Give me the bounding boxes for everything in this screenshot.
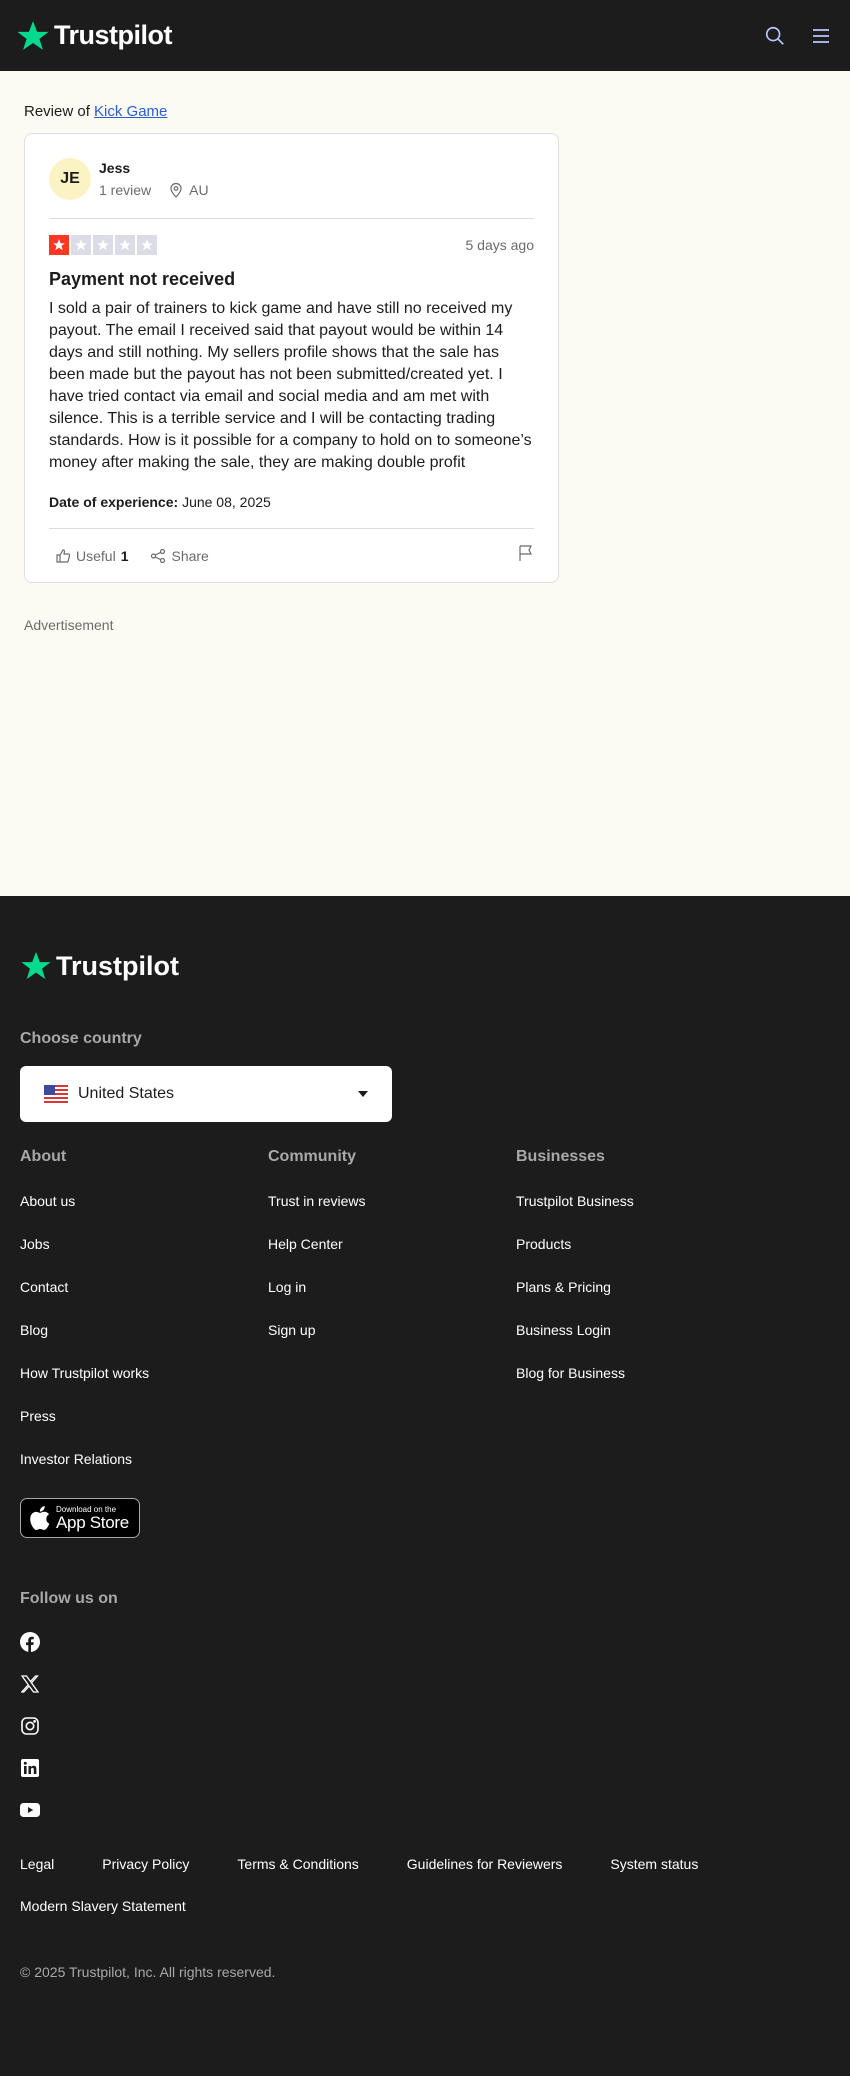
- legal-link[interactable]: Legal: [20, 1856, 54, 1872]
- footer-link[interactable]: Sign up: [268, 1322, 516, 1338]
- legal-link[interactable]: Terms & Conditions: [237, 1856, 358, 1872]
- avatar[interactable]: JE: [49, 158, 91, 200]
- legal-link[interactable]: Privacy Policy: [102, 1856, 189, 1872]
- review-count: 1 review: [99, 182, 152, 198]
- trustpilot-logo[interactable]: Trustpilot: [16, 19, 173, 53]
- reviewer-info: JE Jess 1 review AU: [49, 158, 534, 219]
- share-label: Share: [171, 547, 209, 564]
- search-icon[interactable]: [762, 23, 788, 49]
- site-header: Trustpilot: [0, 0, 850, 71]
- footer-link[interactable]: Help Center: [268, 1236, 516, 1252]
- linkedin-icon[interactable]: [20, 1758, 40, 1778]
- footer-column: About About us Jobs Contact Blog How Trustpil…: [20, 1148, 268, 1494]
- footer-link[interactable]: Trustpilot Business: [516, 1193, 764, 1209]
- reviewer-location: AU: [169, 182, 209, 198]
- apple-icon: [30, 1506, 50, 1530]
- star-icon: [17, 20, 49, 50]
- footer-column-title: Businesses: [516, 1148, 605, 1165]
- advertisement-label: Advertisement: [24, 617, 114, 633]
- star-icon: [137, 235, 157, 255]
- star-icon: [71, 235, 91, 255]
- social-links: [20, 1632, 830, 1820]
- legal-link[interactable]: Guidelines for Reviewers: [407, 1856, 563, 1872]
- useful-count: 1: [120, 547, 129, 564]
- useful-button[interactable]: Useful 1: [55, 548, 128, 564]
- star-icon: [115, 235, 135, 255]
- footer-link[interactable]: Products: [516, 1236, 764, 1252]
- thumbs-up-icon: [56, 548, 71, 563]
- location-text: AU: [189, 182, 209, 198]
- footer-link[interactable]: Investor Relations: [20, 1451, 268, 1467]
- review-of-prefix: Review of: [24, 103, 90, 120]
- footer-logo[interactable]: Trustpilot: [20, 950, 830, 982]
- main-content: Review of Kick Game JE Jess 1 review AU …: [0, 71, 850, 896]
- us-flag-icon: [44, 1085, 68, 1103]
- experience-label: Date of experience:: [49, 494, 179, 510]
- review-actions: Useful 1 Share: [49, 528, 534, 582]
- review-of-line: Review of Kick Game: [24, 103, 826, 120]
- review-title[interactable]: Payment not received: [49, 269, 534, 290]
- footer-link[interactable]: About us: [20, 1193, 268, 1209]
- flag-icon[interactable]: [518, 544, 534, 567]
- footer-column: Community Trust in reviews Help Center Log …: [268, 1148, 516, 1494]
- brand-name: Trustpilot: [54, 20, 173, 50]
- share-icon: [151, 548, 166, 563]
- footer-link[interactable]: Log in: [268, 1279, 516, 1295]
- footer-link[interactable]: Plans & Pricing: [516, 1279, 764, 1295]
- footer-link[interactable]: How Trustpilot works: [20, 1365, 268, 1381]
- x-icon[interactable]: [20, 1674, 40, 1694]
- legal-links: Legal Privacy Policy Terms & Conditions Gui…: [20, 1856, 830, 1940]
- site-footer: Trustpilot Choose country United States …: [0, 896, 850, 2076]
- footer-columns: About About us Jobs Contact Blog How Trustpil…: [20, 1148, 830, 1494]
- footer-brand-name: Trustpilot: [56, 950, 179, 981]
- footer-link[interactable]: Contact: [20, 1279, 268, 1295]
- footer-column-title: About: [20, 1148, 67, 1165]
- company-link[interactable]: Kick Game: [94, 103, 167, 120]
- footer-link[interactable]: Jobs: [20, 1236, 268, 1252]
- menu-icon[interactable]: [808, 23, 834, 49]
- star-icon: [93, 235, 113, 255]
- country-selected: United States: [78, 1085, 175, 1102]
- star-icon: [49, 235, 69, 255]
- footer-link[interactable]: Business Login: [516, 1322, 764, 1338]
- copyright: © 2025 Trustpilot, Inc. All rights reser…: [20, 1964, 276, 1980]
- date-of-experience: Date of experience: June 08, 2025: [49, 494, 534, 510]
- useful-label: Useful: [76, 547, 116, 564]
- star-rating: [49, 235, 157, 255]
- star-icon: [21, 952, 51, 980]
- reviewer-name[interactable]: Jess: [99, 160, 209, 176]
- legal-link[interactable]: Modern Slavery Statement: [20, 1898, 186, 1914]
- review-date: 5 days ago: [465, 237, 535, 253]
- footer-link[interactable]: Press: [20, 1408, 268, 1424]
- experience-date: June 08, 2025: [182, 494, 271, 510]
- choose-country-heading: Choose country: [20, 1030, 142, 1047]
- footer-column-title: Community: [268, 1148, 356, 1165]
- follow-us-heading: Follow us on: [20, 1590, 118, 1607]
- review-card: JE Jess 1 review AU 5 days ago Payment n…: [24, 133, 559, 583]
- app-store-big-text: App Store: [56, 1512, 129, 1532]
- instagram-icon[interactable]: [20, 1716, 40, 1736]
- country-selector[interactable]: United States: [20, 1066, 392, 1122]
- footer-link[interactable]: Blog: [20, 1322, 268, 1338]
- review-body: I sold a pair of trainers to kick game a…: [49, 300, 532, 471]
- youtube-icon[interactable]: [20, 1800, 40, 1820]
- app-store-button[interactable]: Download on the App Store: [20, 1498, 140, 1538]
- footer-link[interactable]: Blog for Business: [516, 1365, 764, 1381]
- share-button[interactable]: Share: [150, 547, 209, 564]
- footer-column: Businesses Trustpilot Business Products Pla…: [516, 1148, 764, 1494]
- facebook-icon[interactable]: [20, 1632, 40, 1652]
- legal-link[interactable]: System status: [610, 1856, 698, 1872]
- location-pin-icon: [170, 182, 182, 198]
- footer-link[interactable]: Trust in reviews: [268, 1193, 516, 1209]
- caret-down-icon: [358, 1091, 368, 1097]
